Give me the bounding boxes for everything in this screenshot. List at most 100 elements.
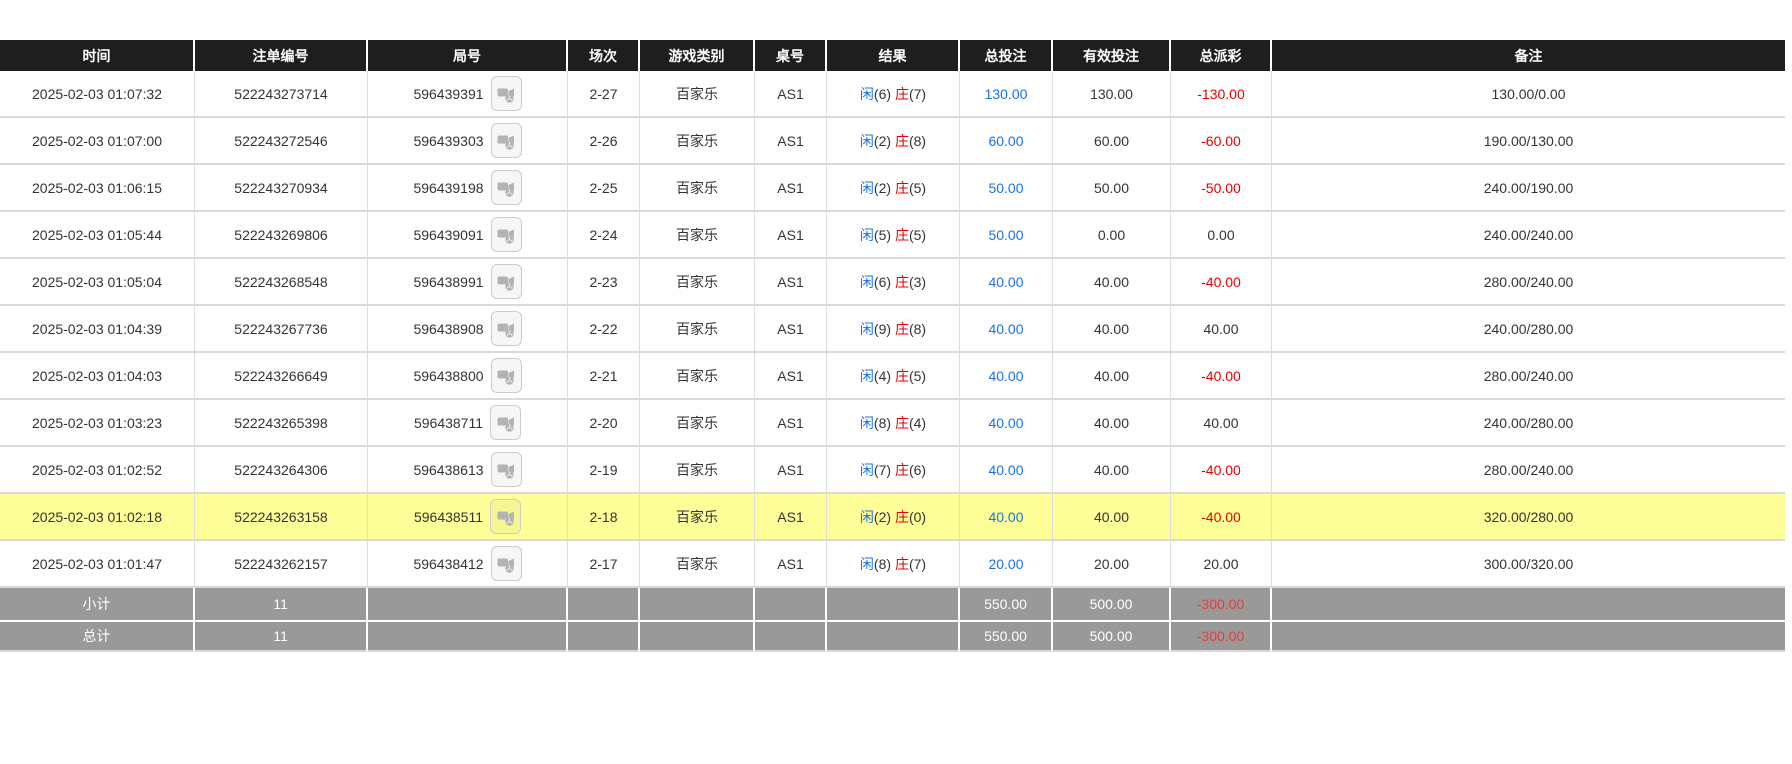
cell-round-number: 596438613 bbox=[368, 447, 568, 494]
cell-round-number: 596439391 bbox=[368, 71, 568, 118]
cell-session: 2-25 bbox=[568, 165, 640, 212]
cell-time: 2025-02-03 01:07:00 bbox=[0, 118, 195, 165]
cell-bet-number: 522243263158 bbox=[195, 494, 368, 541]
result-player-score: (6) bbox=[873, 85, 892, 102]
footer-payout: -300.00 bbox=[1171, 588, 1272, 620]
result-banker-score: (8) bbox=[908, 132, 927, 149]
col-header-valid-bet: 有效投注 bbox=[1053, 40, 1171, 71]
table-header: 时间 注单编号 局号 场次 游戏类别 桌号 结果 总投注 有效投注 总派彩 备注 bbox=[0, 40, 1785, 71]
video-clip-icon bbox=[497, 511, 514, 526]
video-clip-icon bbox=[497, 135, 515, 150]
cell-bet-number: 522243272546 bbox=[195, 118, 368, 165]
cell-time: 2025-02-03 01:02:52 bbox=[0, 447, 195, 494]
cell-total-bet: 50.00 bbox=[960, 212, 1053, 259]
round-number-value: 596439091 bbox=[413, 226, 484, 243]
cell-table-number: AS1 bbox=[755, 71, 827, 118]
cell-valid-bet: 60.00 bbox=[1053, 118, 1171, 165]
footer-payout: -300.00 bbox=[1171, 620, 1272, 652]
video-replay-button[interactable] bbox=[490, 76, 522, 111]
cell-result: 闲(6) 庄(3) bbox=[827, 259, 960, 306]
result-player-score: (8) bbox=[873, 555, 892, 572]
result-player-score: (2) bbox=[873, 132, 892, 149]
cell-round-number: 596438511 bbox=[368, 494, 568, 541]
table-row[interactable]: 2025-02-03 01:04:03 522243266649 596438800… bbox=[0, 353, 1785, 400]
result-banker-score: (0) bbox=[908, 508, 927, 525]
cell-result: 闲(7) 庄(6) bbox=[827, 447, 960, 494]
cell-result: 闲(8) 庄(7) bbox=[827, 541, 960, 588]
cell-session: 2-20 bbox=[568, 400, 640, 447]
cell-table-number: AS1 bbox=[755, 353, 827, 400]
cell-time: 2025-02-03 01:05:04 bbox=[0, 259, 195, 306]
round-number-group: 596439198 bbox=[413, 170, 522, 205]
cell-table-number: AS1 bbox=[755, 447, 827, 494]
footer-round-empty bbox=[368, 588, 568, 620]
cell-table-number: AS1 bbox=[755, 165, 827, 212]
cell-total-bet: 20.00 bbox=[960, 541, 1053, 588]
round-number-group: 596438800 bbox=[413, 358, 522, 393]
table-row[interactable]: 2025-02-03 01:07:32 522243273714 596439391… bbox=[0, 71, 1785, 118]
video-replay-button[interactable] bbox=[490, 358, 522, 393]
cell-result: 闲(2) 庄(0) bbox=[827, 494, 960, 541]
cell-remark: 190.00/130.00 bbox=[1272, 118, 1785, 165]
cell-game-type: 百家乐 bbox=[640, 212, 755, 259]
video-replay-button[interactable] bbox=[490, 123, 522, 158]
video-replay-button[interactable] bbox=[490, 546, 522, 581]
round-number-value: 596438991 bbox=[413, 273, 484, 290]
video-replay-button[interactable] bbox=[490, 405, 522, 440]
video-replay-button[interactable] bbox=[490, 170, 522, 205]
cell-result: 闲(8) 庄(4) bbox=[827, 400, 960, 447]
video-replay-button[interactable] bbox=[490, 499, 522, 534]
video-replay-button[interactable] bbox=[490, 452, 522, 487]
col-header-game: 游戏类别 bbox=[640, 40, 755, 71]
footer-session-empty bbox=[568, 588, 640, 620]
round-number-group: 596439091 bbox=[413, 217, 522, 252]
video-replay-button[interactable] bbox=[490, 264, 522, 299]
cell-session: 2-24 bbox=[568, 212, 640, 259]
cell-payout: 40.00 bbox=[1171, 400, 1272, 447]
table-row[interactable]: 2025-02-03 01:04:39 522243267736 596438908… bbox=[0, 306, 1785, 353]
result-player-label: 闲 bbox=[859, 414, 874, 431]
result-banker-score: (5) bbox=[908, 179, 927, 196]
cell-bet-number: 522243264306 bbox=[195, 447, 368, 494]
cell-remark: 240.00/280.00 bbox=[1272, 400, 1785, 447]
cell-game-type: 百家乐 bbox=[640, 400, 755, 447]
cell-session: 2-26 bbox=[568, 118, 640, 165]
cell-payout: -40.00 bbox=[1171, 353, 1272, 400]
table-row[interactable]: 2025-02-03 01:06:15 522243270934 596439198… bbox=[0, 165, 1785, 212]
cell-game-type: 百家乐 bbox=[640, 165, 755, 212]
result-banker-label: 庄 bbox=[894, 508, 909, 525]
cell-valid-bet: 20.00 bbox=[1053, 541, 1171, 588]
cell-game-type: 百家乐 bbox=[640, 306, 755, 353]
cell-payout: -60.00 bbox=[1171, 118, 1272, 165]
video-replay-button[interactable] bbox=[490, 217, 522, 252]
cell-payout: -40.00 bbox=[1171, 494, 1272, 541]
table-row[interactable]: 2025-02-03 01:05:04 522243268548 596438991… bbox=[0, 259, 1785, 306]
col-header-total-bet: 总投注 bbox=[960, 40, 1053, 71]
cell-session: 2-22 bbox=[568, 306, 640, 353]
table-row[interactable]: 2025-02-03 01:02:52 522243264306 596438613… bbox=[0, 447, 1785, 494]
table-row[interactable]: 2025-02-03 01:07:00 522243272546 596439303… bbox=[0, 118, 1785, 165]
col-header-round-no: 局号 bbox=[368, 40, 568, 71]
cell-time: 2025-02-03 01:03:23 bbox=[0, 400, 195, 447]
table-footer: 小计 11 550.00 500.00 -300.00 总计 11 550.00 500.00-… bbox=[0, 588, 1785, 652]
table-row[interactable]: 2025-02-03 01:01:47 522243262157 596438412… bbox=[0, 541, 1785, 588]
video-replay-button[interactable] bbox=[490, 311, 522, 346]
result-banker-label: 庄 bbox=[894, 226, 909, 243]
table-row[interactable]: 2025-02-03 01:05:44 522243269806 596439091… bbox=[0, 212, 1785, 259]
cell-payout: -130.00 bbox=[1171, 71, 1272, 118]
result-player-label: 闲 bbox=[859, 555, 874, 572]
table-row[interactable]: 2025-02-03 01:02:18 522243263158 596438511… bbox=[0, 494, 1785, 541]
cell-session: 2-27 bbox=[568, 71, 640, 118]
bet-records-section: 时间 注单编号 局号 场次 游戏类别 桌号 结果 总投注 有效投注 总派彩 备注… bbox=[0, 0, 1792, 652]
table-row[interactable]: 2025-02-03 01:03:23 522243265398 596438711… bbox=[0, 400, 1785, 447]
cell-total-bet: 60.00 bbox=[960, 118, 1053, 165]
footer-table-empty bbox=[755, 620, 827, 652]
footer-valid-bet: 500.00 bbox=[1053, 620, 1171, 652]
round-number-group: 596438991 bbox=[413, 264, 522, 299]
cell-result: 闲(2) 庄(8) bbox=[827, 118, 960, 165]
cell-round-number: 596438412 bbox=[368, 541, 568, 588]
footer-valid-bet: 500.00 bbox=[1053, 588, 1171, 620]
footer-remark-empty bbox=[1272, 588, 1785, 620]
footer-remark-empty bbox=[1272, 620, 1785, 652]
cell-valid-bet: 40.00 bbox=[1053, 494, 1171, 541]
